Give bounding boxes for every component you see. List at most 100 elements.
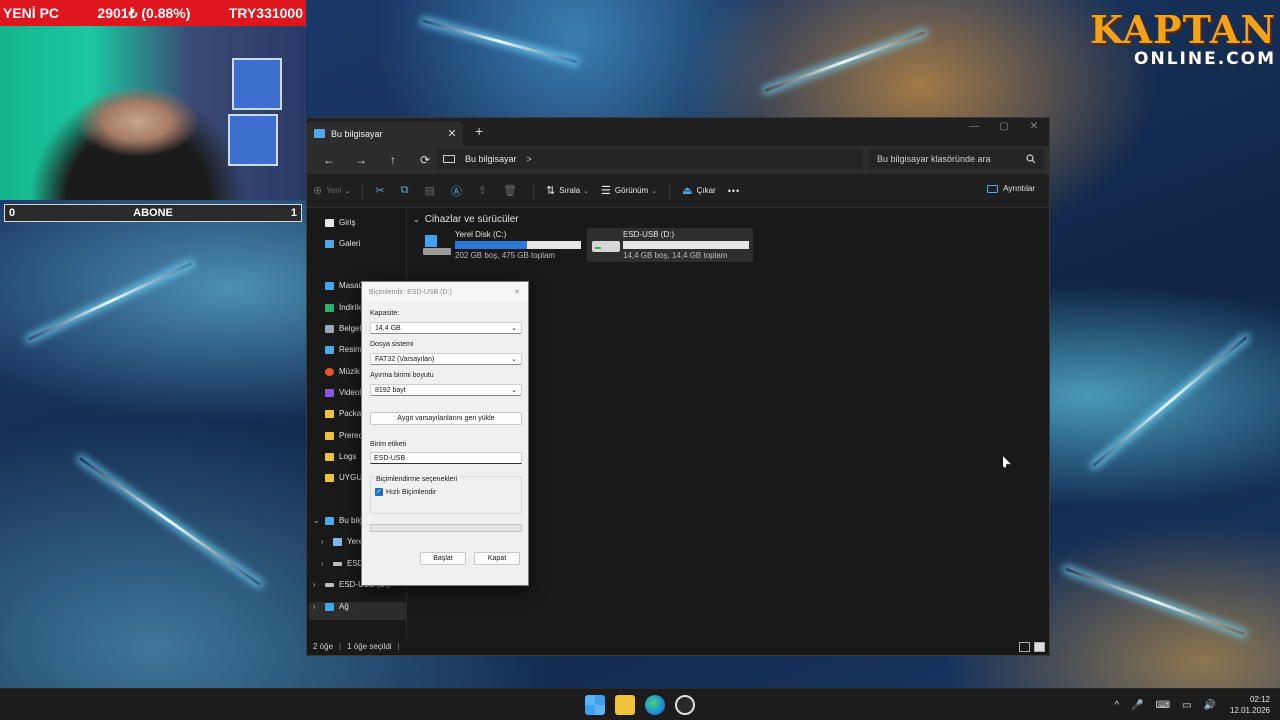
wall-poster — [232, 58, 282, 110]
file-explorer-icon[interactable] — [615, 695, 635, 715]
sidebar-item-gallery[interactable]: Galeri — [325, 239, 360, 248]
details-view-icon[interactable] — [1019, 642, 1030, 652]
delete-button[interactable]: 🗑 — [503, 184, 521, 197]
close-icon[interactable]: ✕ — [514, 288, 520, 296]
video-icon — [325, 388, 334, 397]
chevron-down-icon[interactable]: ⌄ — [313, 516, 320, 525]
sidebar-item-documents[interactable]: Belgele — [325, 324, 366, 333]
speaker-icon[interactable]: 🔊 — [1204, 700, 1216, 711]
sort-label: Sırala — [559, 186, 581, 195]
view-button[interactable]: ☰ Görünüm ⌄ — [601, 184, 657, 197]
title-bar: Bu bilgisayar ✕ + — ▢ ✕ — [307, 118, 1049, 146]
tiles-view-icon[interactable] — [1034, 642, 1045, 652]
format-progress-bar — [370, 524, 522, 532]
lightning-bolt — [79, 457, 261, 586]
details-button[interactable]: Ayrıntılar — [987, 184, 1035, 193]
start-button[interactable]: Başlat — [420, 552, 466, 565]
forward-button[interactable]: → — [345, 153, 377, 167]
command-bar: ⊕ Yeni ⌄ ✂ ⧉ ▤ Ⓐ ⇪ 🗑 ⇅ Sırala ⌄ ☰ Görünüm ⌄ ⏏ Ç… — [307, 174, 1049, 208]
windows-disk-icon — [423, 234, 451, 256]
search-input[interactable]: Bu bilgisayar klasöründe ara — [877, 154, 991, 164]
sidebar-label: Resiml — [339, 345, 364, 354]
restore-defaults-button[interactable]: Aygıt varsayılanlarını geri yükle — [370, 412, 522, 425]
close-tab-icon[interactable]: ✕ — [445, 127, 459, 140]
sidebar-item-pictures[interactable]: Resiml — [325, 345, 363, 354]
quick-format-checkbox[interactable]: ✓ Hızlı Biçimlendir — [375, 488, 436, 496]
details-pane-icon — [987, 184, 999, 193]
back-button[interactable]: ← — [313, 153, 345, 167]
sidebar-item-this-pc[interactable]: ⌄ Bu bilg — [313, 516, 364, 525]
copy-button[interactable]: ⧉ — [401, 184, 413, 197]
sub-count-right: 1 — [290, 207, 297, 219]
new-tab-button[interactable]: + — [475, 123, 483, 139]
sidebar-item-logs[interactable]: Logs — [325, 452, 356, 461]
rename-icon: Ⓐ — [450, 185, 462, 198]
display-icon[interactable]: ▭ — [1182, 700, 1191, 711]
edge-browser-icon[interactable] — [645, 695, 665, 715]
maximize-button[interactable]: ▢ — [989, 118, 1019, 138]
up-button[interactable]: ↑ — [377, 153, 409, 167]
chevron-right-icon[interactable]: › — [313, 602, 316, 611]
pictures-icon — [325, 345, 334, 354]
sidebar-label: Videol — [339, 388, 362, 397]
lightning-bolt — [1065, 567, 1245, 636]
sidebar-item-home[interactable]: Giriş — [325, 218, 355, 227]
new-button[interactable]: ⊕ Yeni ⌄ — [313, 184, 350, 197]
tab-title: Bu bilgisayar — [331, 128, 383, 139]
sidebar-item-packages[interactable]: Packag — [325, 409, 366, 418]
sidebar-item-downloads[interactable]: İndirile — [325, 303, 363, 312]
start-windows-icon[interactable] — [585, 695, 605, 715]
drive-usage-bar — [623, 241, 749, 249]
divider — [533, 182, 535, 199]
drive-local-c[interactable]: Yerel Disk (C:) 202 GB boş, 475 GB topla… — [419, 228, 585, 262]
format-options-label: Biçimlendirme seçenekleri — [375, 476, 459, 483]
sidebar-item-videos[interactable]: Videol — [325, 388, 361, 397]
volume-label-input[interactable]: ESD-USB — [370, 452, 522, 464]
eject-button[interactable]: ⏏ Çıkar — [682, 184, 716, 197]
chevron-right-icon[interactable]: › — [321, 559, 324, 568]
clock-date: 12.01.2026 — [1229, 706, 1270, 715]
sort-button[interactable]: ⇅ Sırala ⌄ — [546, 184, 589, 197]
share-button[interactable]: ⇪ — [478, 184, 491, 197]
clock-time: 02:12 — [1249, 695, 1270, 704]
tab-this-pc[interactable]: Bu bilgisayar ✕ — [307, 121, 463, 146]
devices-section-header[interactable]: ⌄ Cihazlar ve sürücüler — [413, 214, 519, 225]
cut-button[interactable]: ✂ — [375, 184, 388, 197]
chevron-right-icon[interactable]: > — [527, 154, 532, 164]
chevron-up-icon[interactable]: ^ — [1114, 700, 1119, 711]
search-box[interactable]: Bu bilgisayar klasöründe ara — [869, 149, 1044, 169]
desktop-icon — [325, 281, 334, 290]
obs-app-icon[interactable] — [675, 695, 695, 715]
donation-goal-bar: YENİ PC 2901₺ (0.88%) TRY331000 — [0, 0, 306, 26]
rename-button[interactable]: Ⓐ — [451, 183, 466, 199]
chevron-right-icon[interactable]: › — [313, 580, 316, 589]
close-button[interactable]: Kapat — [474, 552, 520, 565]
paste-button[interactable]: ▤ — [424, 184, 438, 197]
sidebar-item-music[interactable]: Müzik — [325, 367, 360, 376]
chevron-right-icon[interactable]: › — [321, 537, 324, 546]
format-dialog: Biçimlendir: ESD-USB (D:) ✕ Kapasite: 14… — [361, 281, 529, 586]
clock[interactable]: 02:12 12.01.2026 — [1230, 694, 1270, 716]
details-label: Ayrıntılar — [1003, 184, 1035, 193]
sidebar-item-prereq[interactable]: Prereq — [325, 431, 363, 440]
filesystem-select[interactable]: FAT32 (Varsayılan) ⌄ — [370, 353, 522, 365]
drive-esd-usb-d[interactable]: ESD-USB (D:) 14,4 GB boş, 14,4 GB toplam — [587, 228, 753, 262]
chevron-down-icon: ⌄ — [413, 215, 420, 224]
keyboard-icon[interactable]: ⌨ — [1156, 700, 1170, 711]
sidebar-label: Bu bilg — [339, 516, 364, 525]
chevron-down-icon: ⌄ — [651, 187, 658, 195]
address-bar[interactable]: Bu bilgisayar > — [437, 149, 863, 169]
close-window-button[interactable]: ✕ — [1019, 118, 1049, 138]
capacity-select[interactable]: 14,4 GB ⌄ — [370, 322, 522, 334]
more-options-button[interactable]: ••• — [728, 186, 740, 196]
brand-domain: ONLINE.COM — [1134, 49, 1276, 69]
lightning-bolt — [1092, 336, 1248, 467]
breadcrumb-this-pc[interactable]: Bu bilgisayar — [465, 154, 517, 164]
minimize-button[interactable]: — — [959, 118, 989, 138]
microphone-icon[interactable]: 🎤 — [1131, 700, 1143, 711]
sidebar-item-desktop[interactable]: Masaü — [325, 281, 363, 290]
allocation-select[interactable]: 8192 bayt ⌄ — [370, 384, 522, 396]
sidebar-label: İndirile — [339, 303, 363, 312]
subscriber-bar: 0 ABONE 1 — [4, 204, 302, 222]
sidebar-item-network[interactable]: › Ağ — [313, 602, 349, 611]
